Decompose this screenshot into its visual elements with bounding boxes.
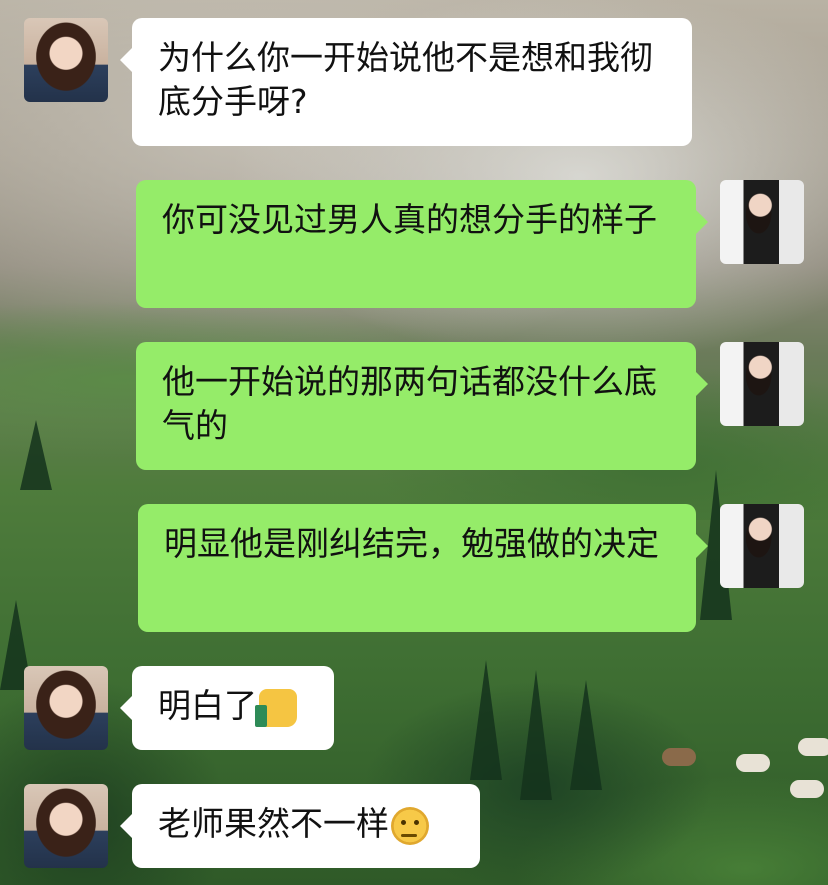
thumbs-up-icon [255,688,297,727]
my-avatar[interactable] [720,504,804,588]
message-text: 你可没见过男人真的想分手的样子 [162,200,657,239]
my-avatar[interactable] [720,342,804,426]
teacher-avatar[interactable] [24,18,108,102]
outgoing-message[interactable]: 你可没见过男人真的想分手的样子 [136,180,708,308]
background-animal [662,748,696,766]
background-animal [790,780,824,798]
message-text: 老师果然不一样 [158,804,389,843]
background-animal [798,738,828,756]
incoming-message[interactable]: 老师果然不一样 [120,784,480,868]
teacher-avatar[interactable] [24,666,108,750]
incoming-message[interactable]: 明白了 [120,666,334,750]
outgoing-message[interactable]: 明显他是刚纠结完，勉强做的决定 [138,504,708,632]
teacher-avatar[interactable] [24,784,108,868]
message-text: 明显他是刚纠结完，勉强做的决定 [164,524,659,563]
background-tree [470,660,502,780]
background-tree [20,420,52,490]
background-animal [736,754,770,772]
outgoing-message[interactable]: 他一开始说的那两句话都没什么底气的 [136,342,708,470]
incoming-message[interactable]: 为什么你一开始说他不是想和我彻底分手呀? [120,18,692,146]
message-text: 他一开始说的那两句话都没什么底气的 [162,362,657,445]
my-avatar[interactable] [720,180,804,264]
background-tree [570,680,602,790]
message-text: 为什么你一开始说他不是想和我彻底分手呀? [158,38,653,121]
background-tree [520,670,552,800]
message-text: 明白了 [158,686,257,725]
thinking-face-icon [391,806,429,845]
